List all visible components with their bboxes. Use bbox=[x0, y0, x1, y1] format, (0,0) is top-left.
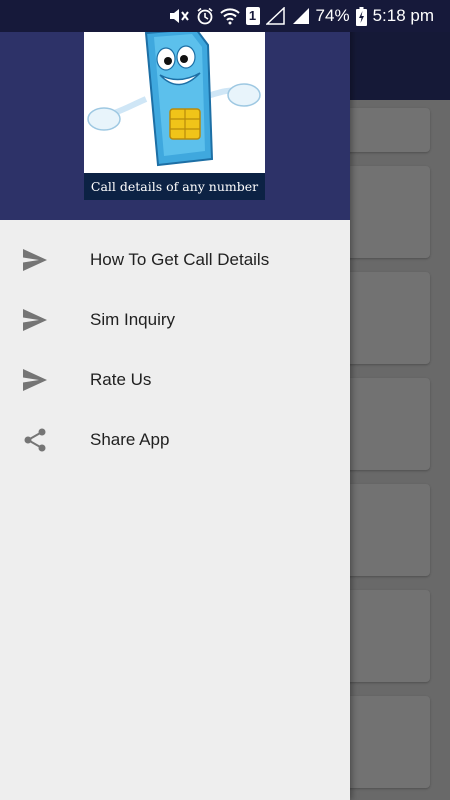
send-icon bbox=[23, 249, 47, 271]
drawer-header: Call details of any number bbox=[0, 0, 350, 220]
share-icon bbox=[24, 428, 46, 452]
list-card[interactable] bbox=[340, 108, 430, 152]
menu-item-label: How To Get Call Details bbox=[90, 250, 270, 269]
list-card[interactable] bbox=[340, 696, 430, 788]
drawer-menu: How To Get Call Details Sim Inquiry Rate… bbox=[0, 230, 350, 470]
battery-charging-icon bbox=[355, 6, 367, 26]
menu-item-rate-us[interactable]: Rate Us bbox=[0, 350, 350, 410]
menu-item-label: Share App bbox=[90, 430, 170, 449]
sim-icon: 1 bbox=[245, 7, 260, 25]
list-card[interactable] bbox=[340, 590, 430, 682]
menu-item-how-to-get-call-details[interactable]: How To Get Call Details bbox=[0, 230, 350, 290]
mute-icon bbox=[169, 9, 189, 23]
menu-item-label: Sim Inquiry bbox=[90, 310, 176, 329]
navigation-drawer[interactable]: Call details of any number How To Get Ca… bbox=[0, 0, 350, 800]
menu-item-share-app[interactable]: Share App bbox=[0, 410, 350, 470]
status-bar: 1 74% 5:18 pm bbox=[0, 0, 450, 32]
header-image: Call details of any number bbox=[84, 19, 265, 200]
battery-percent: 74% bbox=[315, 6, 350, 25]
header-caption: Call details of any number bbox=[84, 173, 265, 200]
signal-icon bbox=[292, 8, 309, 24]
alarm-icon bbox=[197, 7, 213, 25]
signal-empty-icon bbox=[265, 7, 285, 25]
menu-item-sim-inquiry[interactable]: Sim Inquiry bbox=[0, 290, 350, 350]
list-card[interactable] bbox=[340, 378, 430, 470]
list-card[interactable] bbox=[340, 484, 430, 576]
sim-number: 1 bbox=[248, 8, 257, 23]
wifi-icon bbox=[219, 8, 240, 25]
send-icon bbox=[23, 309, 47, 331]
sim-card-mascot-icon bbox=[87, 27, 261, 167]
send-icon bbox=[23, 369, 47, 391]
menu-item-label: Rate Us bbox=[90, 370, 152, 389]
clock: 5:18 pm bbox=[372, 6, 434, 25]
list-card[interactable] bbox=[340, 166, 430, 258]
list-card[interactable] bbox=[340, 272, 430, 364]
